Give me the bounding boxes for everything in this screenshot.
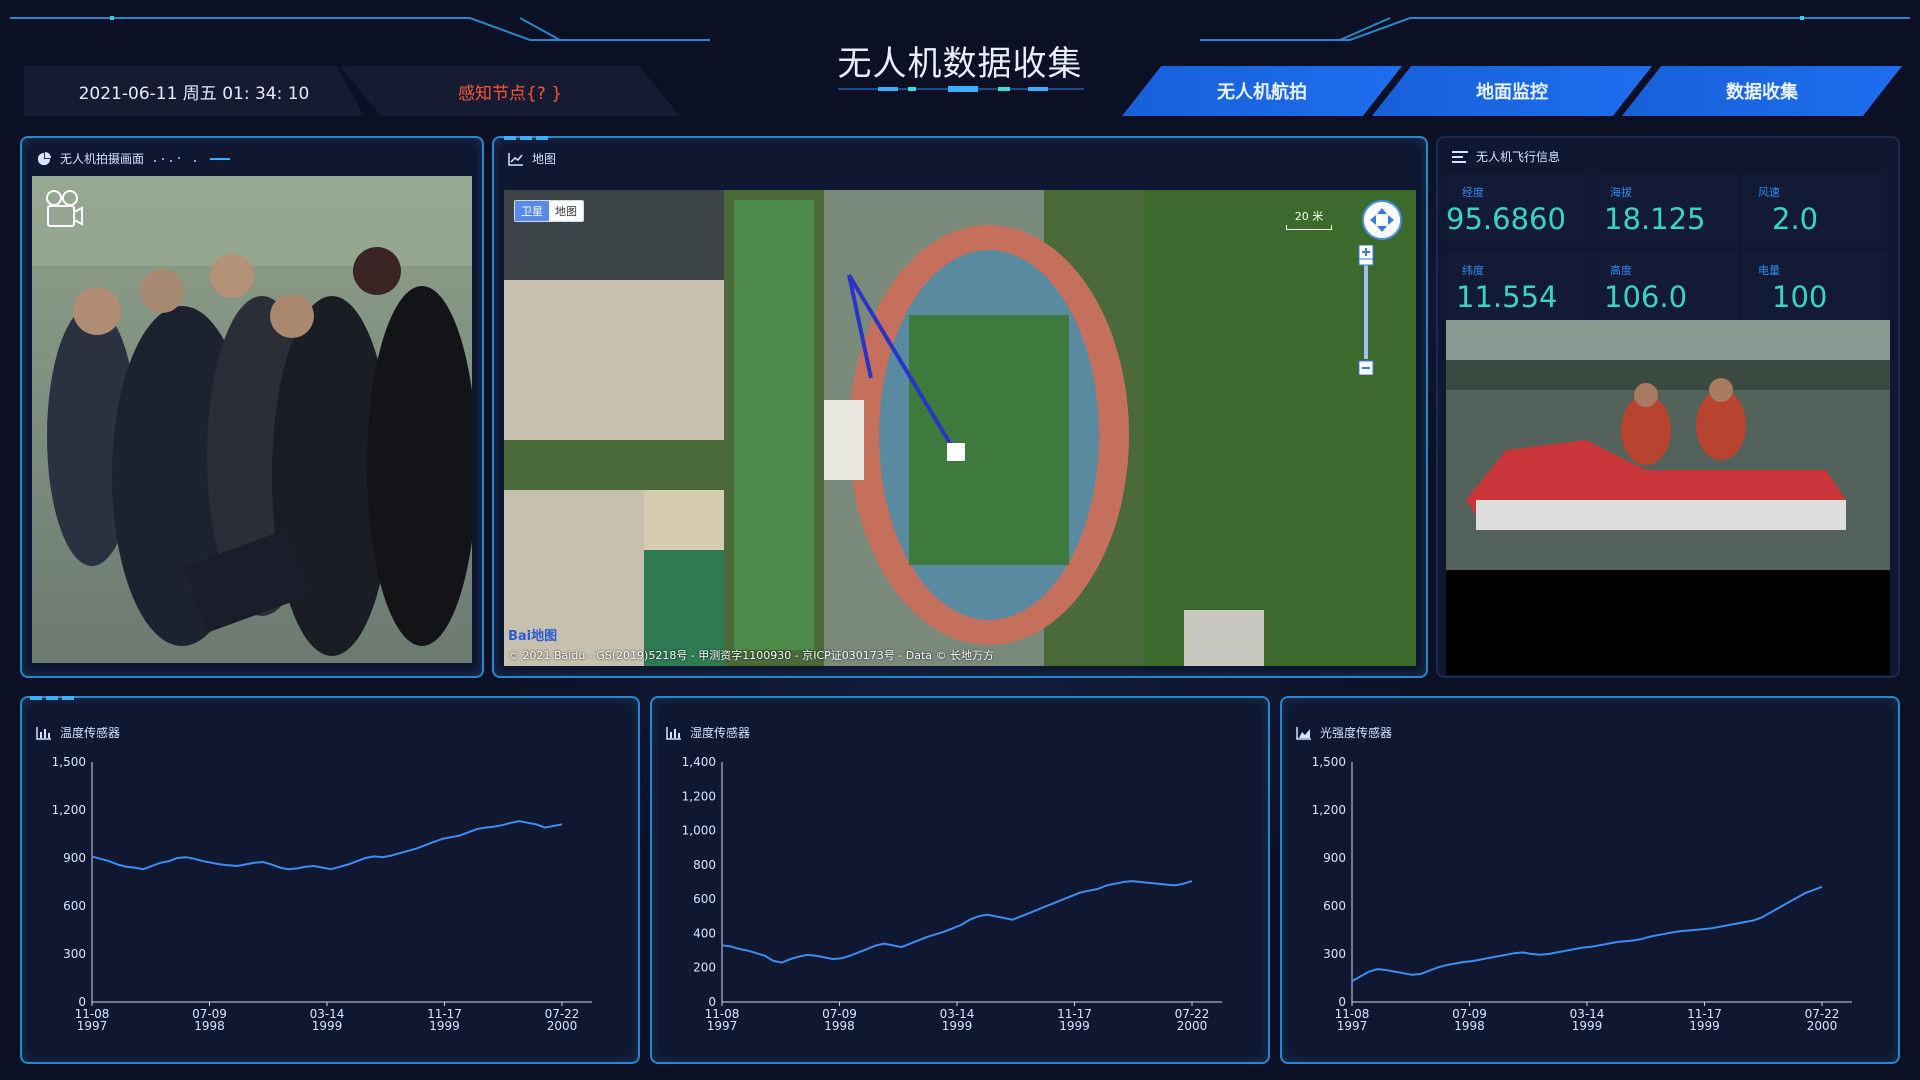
x-tick-label: 1999 (942, 1019, 973, 1033)
datetime-display: 2021-06-11 周五 01: 34: 10 (24, 66, 364, 116)
x-tick-label: 2000 (1177, 1019, 1208, 1033)
x-tick-label: 2000 (1807, 1019, 1838, 1033)
pie-chart-icon (37, 151, 51, 165)
series-line (721, 880, 1193, 964)
x-tick-label: 1997 (707, 1019, 738, 1033)
map-pan-control[interactable] (1362, 200, 1402, 240)
map-toggle[interactable]: 地图 (549, 201, 583, 221)
stat-wind-speed: 风速 2.0 (1742, 174, 1886, 246)
y-tick-label: 1,200 (1312, 803, 1346, 817)
series-line (91, 820, 563, 871)
map-scale: 20 米 (1286, 208, 1332, 230)
x-tick-label: 2000 (547, 1019, 578, 1033)
drone-video-feed (32, 176, 472, 663)
humidity-panel: 湿度传感器 1,400 1,200 1,000 800 600 400 200 0 11-08 1… (650, 696, 1270, 1064)
y-tick-label: 1,500 (52, 755, 86, 769)
stat-battery: 电量 100 (1742, 252, 1886, 324)
map-imagery (504, 190, 1416, 666)
y-tick-label: 300 (1323, 947, 1346, 961)
nav-drone-aerial[interactable]: 无人机航拍 (1122, 66, 1402, 116)
y-tick-label: 800 (693, 858, 716, 872)
y-tick-label: 1,500 (1312, 755, 1346, 769)
page-title: 无人机数据收集 (837, 44, 1083, 84)
ground-monitor-video (1446, 320, 1890, 570)
map-panel-title: 地图 (532, 152, 557, 166)
humidity-chart: 1,4001,2001,000800600400200011-08199707-… (682, 755, 1222, 1033)
scale-label: 20 米 (1294, 210, 1324, 223)
x-tick-label: 1999 (1059, 1019, 1090, 1033)
light-panel: 光强度传感器 1,500 1,200 900 600 300 0 11-08 1997 07-0… (1280, 696, 1900, 1064)
x-tick-label: 1999 (1689, 1019, 1720, 1033)
stat-longitude: 经度 95.6860 (1446, 174, 1590, 246)
x-tick-label: 1997 (77, 1019, 108, 1033)
x-tick-label: 1997 (1337, 1019, 1368, 1033)
x-tick-label: 1998 (194, 1019, 225, 1033)
y-tick-label: 400 (693, 926, 716, 940)
light-chart: 1,5001,200900600300011-08199707-09199803… (1312, 755, 1852, 1033)
panel-tab-decoration (504, 136, 548, 140)
y-tick-label: 1,200 (52, 803, 86, 817)
satellite-map[interactable]: 卫星 地图 20 米 Bai地图 © 2021 Baidu - GS(2019)… (504, 190, 1416, 666)
pan-arrows-icon (1370, 208, 1394, 232)
header-dots-decoration (154, 156, 231, 162)
y-tick-label: 1,200 (682, 789, 716, 803)
video-panel-header: 无人机拍摄画面 (36, 150, 244, 167)
series-line (1351, 885, 1823, 983)
map-copyright: © 2021 Baidu - GS(2019)5218号 - 甲测资字11009… (508, 649, 995, 662)
temperature-chart: 1,5001,200900600300011-08199707-09199803… (52, 755, 592, 1033)
y-tick-label: 600 (693, 892, 716, 906)
nav-data-collection[interactable]: 数据收集 (1622, 66, 1902, 116)
y-tick-label: 600 (1323, 899, 1346, 913)
y-tick-label: 900 (63, 851, 86, 865)
title-underline (838, 86, 1084, 92)
baidu-logo: Bai地图 (508, 629, 558, 644)
list-icon (1452, 150, 1468, 163)
map-type-toggle[interactable]: 卫星 地图 (514, 200, 584, 222)
video-placeholder (1446, 570, 1890, 675)
y-tick-label: 300 (63, 947, 86, 961)
stat-height: 高度 106.0 (1594, 252, 1738, 324)
node-status: 感知节点{? } (340, 66, 680, 116)
y-tick-label: 1,000 (682, 824, 716, 838)
video-panel-title: 无人机拍摄画面 (60, 152, 145, 166)
y-tick-label: 1,400 (682, 755, 716, 769)
temperature-panel: 温度传感器 1,500 1,200 900 600 300 0 11-08 1997 07-09… (20, 696, 640, 1064)
map-panel-header: 地图 (508, 150, 556, 167)
y-tick-label: 600 (63, 899, 86, 913)
stat-altitude-sea: 海拔 18.125 (1594, 174, 1738, 246)
x-tick-label: 1998 (1454, 1019, 1485, 1033)
stat-latitude: 纬度 11.554 (1446, 252, 1590, 324)
x-tick-label: 1999 (429, 1019, 460, 1033)
x-tick-label: 1999 (312, 1019, 343, 1033)
nav-ground-monitor[interactable]: 地面监控 (1372, 66, 1652, 116)
y-tick-label: 200 (693, 961, 716, 975)
x-tick-label: 1999 (1572, 1019, 1603, 1033)
y-tick-label: 900 (1323, 851, 1346, 865)
satellite-toggle[interactable]: 卫星 (515, 201, 549, 221)
x-tick-label: 1998 (824, 1019, 855, 1033)
flight-panel-title: 无人机飞行信息 (1476, 150, 1561, 164)
line-chart-icon (508, 152, 523, 166)
zoom-slider[interactable] (1358, 245, 1374, 375)
flight-panel-header: 无人机飞行信息 (1452, 148, 1560, 165)
